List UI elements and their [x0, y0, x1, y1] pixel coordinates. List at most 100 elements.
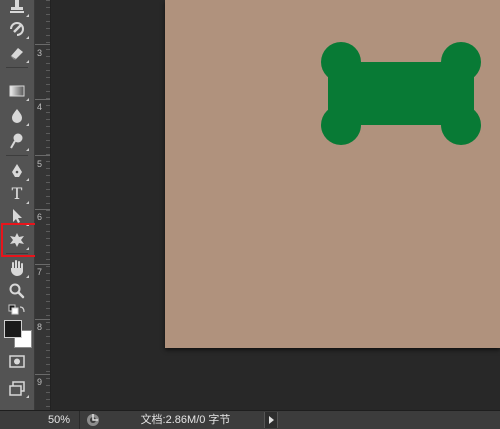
ruler-minor-tick — [46, 350, 50, 351]
ruler-minor-tick — [46, 266, 50, 267]
ruler-minor-tick — [46, 287, 50, 288]
ruler-minor-tick — [46, 175, 50, 176]
ruler-minor-tick — [46, 259, 50, 260]
ruler-major-tick — [35, 44, 50, 45]
ruler-minor-tick — [46, 56, 50, 57]
ruler-major-tick — [35, 374, 50, 375]
ruler-minor-tick — [46, 231, 50, 232]
ruler-minor-tick — [46, 329, 50, 330]
ruler-minor-tick — [46, 168, 50, 169]
ruler-minor-tick — [46, 210, 50, 211]
ruler-minor-tick — [46, 336, 50, 337]
ruler-minor-tick — [46, 119, 50, 120]
share-status-icon[interactable] — [86, 413, 100, 427]
zoom-tool[interactable] — [4, 280, 30, 302]
ruler-minor-tick — [46, 357, 50, 358]
ruler-minor-tick — [46, 42, 50, 43]
ruler-minor-tick — [46, 35, 50, 36]
ruler-label: 4 — [37, 102, 43, 112]
ruler-minor-tick — [46, 126, 50, 127]
ruler-minor-tick — [46, 399, 50, 400]
quick-mask-icon — [9, 355, 25, 368]
ruler-minor-tick — [46, 154, 50, 155]
ruler-label: 3 — [37, 48, 43, 58]
ruler-minor-tick — [46, 378, 50, 379]
ruler-minor-tick — [46, 49, 50, 50]
ruler-major-tick — [35, 99, 50, 100]
ruler-minor-tick — [46, 21, 50, 22]
foreground-color-swatch[interactable] — [4, 320, 22, 338]
ruler-minor-tick — [46, 308, 50, 309]
history-brush-icon — [10, 22, 24, 36]
ruler-minor-tick — [46, 140, 50, 141]
ruler-minor-tick — [46, 245, 50, 246]
ruler-minor-tick — [46, 294, 50, 295]
stamp-icon — [10, 0, 24, 13]
ruler-minor-tick — [46, 392, 50, 393]
blur-tool[interactable] — [4, 105, 30, 127]
dodge-icon — [10, 133, 23, 149]
ruler-minor-tick — [46, 252, 50, 253]
pen-icon — [12, 164, 22, 177]
ruler-label: 6 — [37, 212, 43, 222]
ruler-minor-tick — [46, 315, 50, 316]
gradient-icon — [9, 85, 25, 97]
ruler-minor-tick — [46, 112, 50, 113]
ruler-minor-tick — [46, 0, 50, 1]
status-bar: 50% 文档:2.86M/0 字节 — [0, 410, 500, 429]
ruler-minor-tick — [46, 182, 50, 183]
ruler-minor-tick — [46, 343, 50, 344]
tool-separator — [6, 155, 28, 156]
ruler-minor-tick — [46, 371, 50, 372]
document-canvas[interactable] — [165, 0, 500, 348]
ruler-minor-tick — [46, 133, 50, 134]
hand-tool[interactable] — [4, 257, 30, 279]
ruler-minor-tick — [46, 406, 50, 407]
blur-drop-icon — [12, 109, 22, 123]
ruler-minor-tick — [46, 91, 50, 92]
ruler-minor-tick — [46, 203, 50, 204]
history-brush-tool[interactable] — [4, 18, 30, 40]
ruler-minor-tick — [46, 238, 50, 239]
pen-tool[interactable] — [4, 160, 30, 182]
ruler-minor-tick — [46, 105, 50, 106]
ruler-minor-tick — [46, 301, 50, 302]
clone-stamp-tool[interactable] — [4, 0, 30, 18]
gradient-tool[interactable] — [4, 80, 30, 102]
screen-mode[interactable] — [4, 377, 30, 399]
magnifier-icon — [9, 283, 25, 299]
ruler-major-tick — [35, 264, 50, 265]
status-bar-empty — [278, 411, 500, 429]
ruler-minor-tick — [46, 63, 50, 64]
ruler-minor-tick — [46, 196, 50, 197]
ruler-minor-tick — [46, 147, 50, 148]
ruler-minor-tick — [46, 364, 50, 365]
screen-mode-icon — [9, 381, 25, 396]
ruler-minor-tick — [46, 14, 50, 15]
ruler-minor-tick — [46, 280, 50, 281]
ruler-minor-tick — [46, 273, 50, 274]
ruler-minor-tick — [46, 70, 50, 71]
eraser-tool[interactable] — [4, 42, 30, 64]
ruler-minor-tick — [46, 84, 50, 85]
document-size-info: 文档:2.86M/0 字节 — [140, 414, 231, 426]
type-icon: T — [11, 184, 23, 203]
vertical-ruler: 3 4 5 6 7 8 9 — [35, 0, 51, 410]
ruler-label: 5 — [37, 159, 43, 169]
ruler-label: 8 — [37, 322, 43, 332]
status-menu-arrow[interactable] — [264, 412, 278, 428]
ruler-minor-tick — [46, 385, 50, 386]
quick-mask-mode[interactable] — [4, 350, 30, 372]
ruler-minor-tick — [46, 98, 50, 99]
eraser-icon — [10, 48, 23, 60]
ruler-minor-tick — [46, 161, 50, 162]
ruler-minor-tick — [46, 77, 50, 78]
ruler-minor-tick — [46, 28, 50, 29]
ruler-minor-tick — [46, 189, 50, 190]
tools-panel: T — [0, 0, 35, 410]
type-tool[interactable]: T — [4, 183, 30, 205]
hand-icon — [11, 260, 23, 276]
zoom-level-field[interactable]: 50% — [40, 411, 80, 429]
bone-shape-layer — [321, 42, 481, 145]
dodge-tool[interactable] — [4, 130, 30, 152]
